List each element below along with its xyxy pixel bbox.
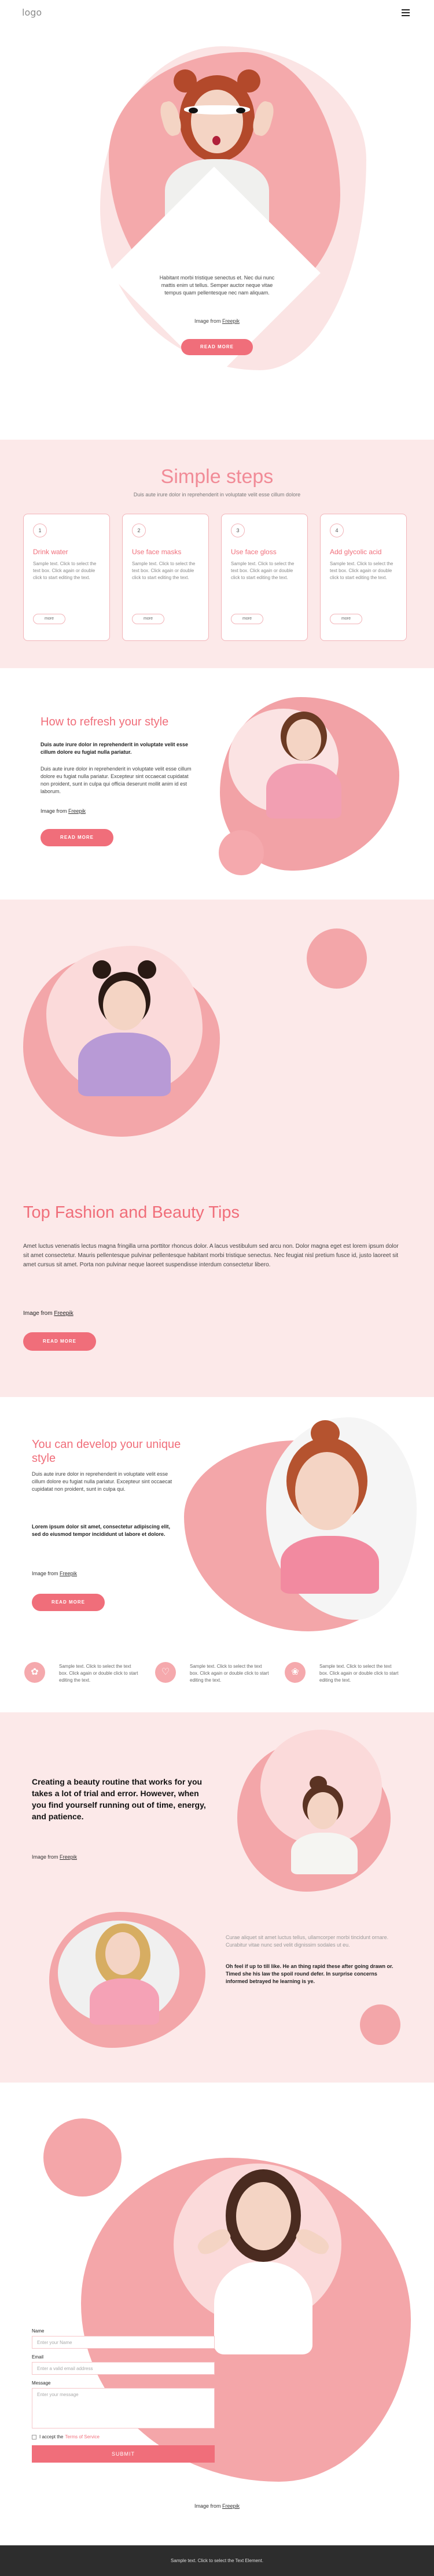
footer: Sample text. Click to select the Text El… <box>0 2545 434 2576</box>
step-number: 3 <box>231 524 245 537</box>
routine-credit: Image from Freepik <box>32 1854 77 1860</box>
flower-icon: ✿ <box>24 1662 45 1683</box>
develop-title: You can develop your unique style <box>32 1438 181 1465</box>
develop-woman-image <box>269 1420 385 1594</box>
terms-link[interactable]: Terms of Service <box>65 2434 100 2439</box>
credit-prefix: Image from <box>23 1310 54 1317</box>
hero-section: Beauty Secrets Habitant morbi tristique … <box>0 0 434 440</box>
page: logo Beauty Secrets Habitant morbi trist… <box>0 0 434 2576</box>
routine-text: Curae aliquet sit amet luctus tellus, ul… <box>226 1934 389 1948</box>
email-label: Email <box>32 2354 44 2360</box>
message-label: Message <box>32 2380 51 2386</box>
routine-bold-text-2: Oh feel if up to till like. He an thing … <box>226 1963 393 1984</box>
step-title: Add glycolic acid <box>330 548 382 556</box>
routine-bold-text: Creating a beauty routine that works for… <box>32 1777 206 1821</box>
credit-link[interactable]: Freepik <box>222 2503 240 2509</box>
step-card: 4 Add glycolic acid Sample text. Click t… <box>320 514 407 641</box>
hero-text: Habitant morbi tristique senectus et. Ne… <box>159 275 275 296</box>
hero-read-more-button[interactable]: READ MORE <box>181 339 253 355</box>
tips-credit: Image from Freepik <box>23 1310 73 1317</box>
step-text: Sample text. Click to select the text bo… <box>33 561 97 580</box>
step-more-button[interactable]: more <box>33 614 65 624</box>
refresh-section: How to refresh your style Duis aute irur… <box>0 668 434 900</box>
step-number: 1 <box>33 524 47 537</box>
contact-circle <box>43 2118 122 2197</box>
refresh-title: How to refresh your style <box>41 716 169 728</box>
tips-read-more-button[interactable]: READ MORE <box>23 1332 96 1351</box>
submit-button[interactable]: SUBMIT <box>32 2445 215 2463</box>
credit-link[interactable]: Freepik <box>222 318 240 324</box>
contact-credit: Image from Freepik <box>0 2503 434 2509</box>
contact-section: Name Enter your Name Email Enter a valid… <box>0 2083 434 2545</box>
feature-text: Sample text. Click to select the text bo… <box>59 1664 138 1683</box>
refresh-read-more-button[interactable]: READ MORE <box>41 829 113 846</box>
step-text: Sample text. Click to select the text bo… <box>132 561 196 580</box>
footer-text: Sample text. Click to select the Text El… <box>171 2558 263 2563</box>
credit-prefix: Image from <box>32 1854 60 1860</box>
credit-prefix: Image from <box>41 808 69 814</box>
develop-bold-text: Lorem ipsum dolor sit amet, consectetur … <box>32 1524 171 1537</box>
feature-text: Sample text. Click to select the text bo… <box>319 1664 399 1683</box>
step-card: 2 Use face masks Sample text. Click to s… <box>122 514 209 641</box>
steps-section: Simple steps Duis aute irure dolor in re… <box>0 440 434 668</box>
tips-title: Top Fashion and Beauty Tips <box>23 1203 240 1222</box>
credit-prefix: Image from <box>194 318 222 324</box>
routine-woman-image <box>286 1776 362 1874</box>
routine-woman2-image <box>81 1915 168 2025</box>
step-more-button[interactable]: more <box>132 614 164 624</box>
contact-woman-image <box>191 2164 336 2354</box>
step-title: Use face masks <box>132 548 182 556</box>
name-label: Name <box>32 2328 45 2334</box>
credit-link[interactable]: Freepik <box>54 1310 73 1317</box>
feature-item: ✿ Sample text. Click to select the text … <box>24 1662 152 1691</box>
message-field[interactable]: Enter your message <box>32 2388 215 2428</box>
hero-title: Beauty Secrets <box>179 253 255 265</box>
refresh-woman-image <box>255 709 353 824</box>
step-card: 3 Use face gloss Sample text. Click to s… <box>221 514 308 641</box>
step-title: Drink water <box>33 548 68 556</box>
tips-woman-image <box>69 960 179 1096</box>
develop-section: You can develop your unique style Duis a… <box>0 1397 434 1712</box>
step-more-button[interactable]: more <box>231 614 263 624</box>
terms-checkbox-row: I accept the Terms of Service <box>32 2434 217 2439</box>
refresh-credit: Image from Freepik <box>41 808 86 814</box>
steps-title: Simple steps <box>160 466 274 488</box>
tips-circle <box>307 928 367 989</box>
blossom-icon: ❀ <box>285 1662 306 1683</box>
refresh-circle <box>219 830 264 875</box>
credit-prefix: Image from <box>194 2503 222 2509</box>
refresh-bold-text: Duis aute irure dolor in reprehenderit i… <box>41 742 189 755</box>
contact-form: Name Enter your Name Email Enter a valid… <box>32 2328 217 2463</box>
step-title: Use face gloss <box>231 548 277 556</box>
hero-credit: Image from Freepik <box>153 318 281 324</box>
step-number: 4 <box>330 524 344 537</box>
tips-section: Top Fashion and Beauty Tips Amet luctus … <box>0 900 434 1397</box>
steps-subtitle: Duis aute irure dolor in reprehenderit i… <box>133 492 301 497</box>
feature-item: ❀ Sample text. Click to select the text … <box>285 1662 412 1691</box>
credit-link[interactable]: Freepik <box>68 808 86 814</box>
step-text: Sample text. Click to select the text bo… <box>231 561 295 580</box>
develop-credit: Image from Freepik <box>32 1571 77 1576</box>
tips-text: Amet luctus venenatis lectus magna fring… <box>23 1243 399 1268</box>
credit-prefix: Image from <box>32 1571 60 1576</box>
develop-read-more-button[interactable]: READ MORE <box>32 1594 105 1611</box>
develop-text: Duis aute irure dolor in reprehenderit i… <box>32 1471 172 1492</box>
step-more-button[interactable]: more <box>330 614 362 624</box>
routine-section: Creating a beauty routine that works for… <box>0 1712 434 2083</box>
heart-icon: ♡ <box>155 1662 176 1683</box>
terms-checkbox[interactable] <box>32 2434 36 2439</box>
credit-link[interactable]: Freepik <box>60 1854 77 1860</box>
step-card: 1 Drink water Sample text. Click to sele… <box>23 514 110 641</box>
routine-circle <box>360 2004 400 2045</box>
name-field[interactable]: Enter your Name <box>32 2336 215 2349</box>
step-number: 2 <box>132 524 146 537</box>
credit-link[interactable]: Freepik <box>60 1571 77 1576</box>
email-field[interactable]: Enter a valid email address <box>32 2362 215 2375</box>
feature-item: ♡ Sample text. Click to select the text … <box>155 1662 282 1691</box>
terms-prefix: I accept the <box>39 2434 64 2439</box>
feature-text: Sample text. Click to select the text bo… <box>190 1664 269 1683</box>
step-text: Sample text. Click to select the text bo… <box>330 561 393 580</box>
refresh-text: Duis aute irure dolor in reprehenderit i… <box>41 766 192 794</box>
